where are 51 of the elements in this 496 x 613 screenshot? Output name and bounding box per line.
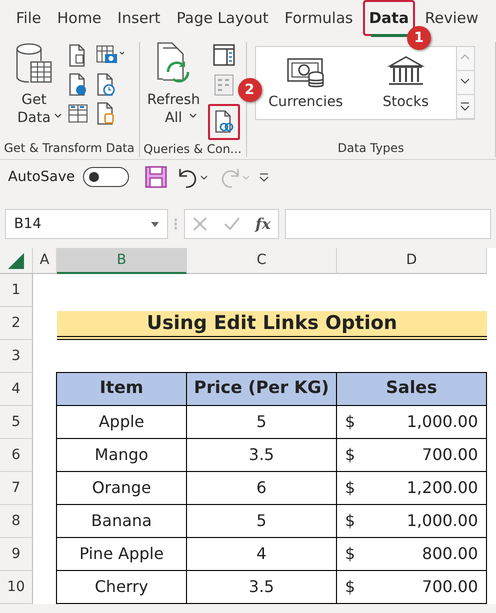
dropdown-icon — [150, 222, 159, 226]
row-header[interactable]: 1 — [0, 274, 33, 307]
row-header[interactable]: 5 — [0, 406, 33, 439]
callout-badge: 1 — [406, 26, 431, 50]
name-box[interactable]: B14 — [5, 209, 168, 239]
ribbon-tab[interactable]: Page Layout — [170, 0, 275, 36]
group-label: Queries & Con... — [142, 141, 243, 158]
autosave-label: AutoSave — [8, 168, 75, 186]
edit-links-button[interactable] — [208, 104, 240, 140]
callout-badge: 2 — [238, 78, 262, 102]
ribbon-tab[interactable]: Formulas — [278, 0, 359, 36]
save-icon[interactable] — [144, 166, 167, 188]
ribbon-tab[interactable]: File — [10, 0, 48, 36]
row-header[interactable]: 4 — [0, 373, 33, 406]
customize-icon[interactable] — [258, 172, 269, 182]
row-header[interactable]: 7 — [0, 472, 33, 505]
group-label: Data Types — [336, 140, 405, 157]
table-cell: $ 700.00 — [336, 570, 487, 604]
table-cell: Cherry — [56, 570, 187, 604]
expand-icon[interactable] — [460, 102, 470, 111]
row-header[interactable]: 9 — [0, 538, 33, 571]
edit-links-icon — [214, 110, 234, 134]
row-header[interactable]: 6 — [0, 439, 33, 472]
table-header-cell: Sales — [336, 372, 487, 406]
select-all-icon[interactable] — [8, 252, 24, 268]
column-header[interactable]: D — [337, 248, 487, 274]
panel-icon[interactable] — [212, 44, 235, 66]
row-header[interactable]: 3 — [0, 340, 33, 373]
column-header[interactable]: C — [187, 248, 337, 274]
column-header[interactable]: B — [57, 248, 187, 274]
sheet-title: Using Edit Links Option — [57, 311, 487, 340]
caret-icon — [188, 113, 197, 119]
row-header[interactable]: 8 — [0, 505, 33, 538]
ribbon-tab[interactable]: Home — [51, 0, 108, 36]
autosave-toggle[interactable] — [82, 167, 129, 187]
formula-input[interactable] — [285, 209, 491, 239]
table-icon[interactable] — [68, 102, 90, 125]
row-header[interactable]: 2 — [0, 307, 33, 340]
bank-icon — [386, 54, 425, 88]
ribbon-tab[interactable]: Insert — [111, 0, 166, 36]
insert-function-button[interactable]: fx — [255, 212, 271, 236]
ribbon-tab[interactable]: Data — [362, 0, 415, 36]
table-header-cell: Price (Per KG) — [186, 372, 337, 406]
data-type-item[interactable]: Stocks — [356, 47, 456, 119]
caret-icon — [54, 113, 62, 119]
properties-icon — [214, 74, 234, 96]
row-header[interactable]: 10 — [0, 571, 33, 604]
check-icon[interactable] — [222, 216, 241, 232]
table-header-cell: Item — [56, 372, 187, 406]
group-label: Get & Transform Data — [3, 140, 136, 157]
column-header[interactable]: A — [33, 248, 57, 274]
